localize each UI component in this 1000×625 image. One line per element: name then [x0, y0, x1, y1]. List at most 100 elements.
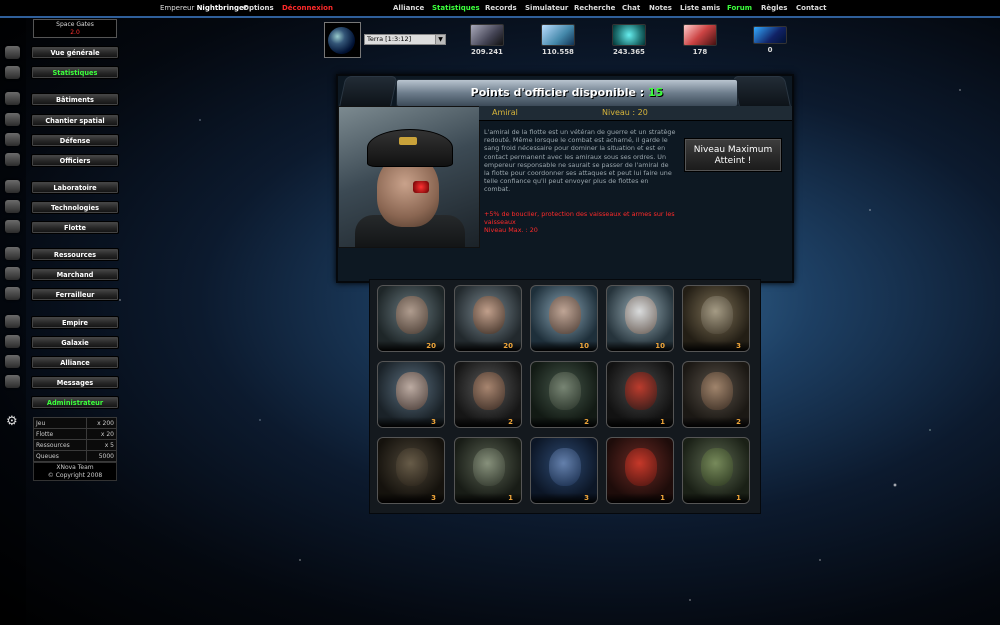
menu-marchand[interactable]: Marchand — [31, 268, 119, 281]
resource-energy: 178 — [678, 24, 722, 56]
officers-icon[interactable] — [5, 153, 20, 166]
officer-bonus: +5% de bouclier, protection des vaisseau… — [484, 210, 675, 235]
nav-regles[interactable]: Règles — [761, 4, 787, 12]
overview-icon[interactable] — [5, 46, 20, 59]
resources-icon[interactable] — [5, 247, 20, 260]
planet-select[interactable]: Terra [1:3:12] ▼ — [364, 34, 446, 45]
menu-officiers[interactable]: Officiers — [31, 154, 119, 167]
server-speed-table: Jeu x 200 Flotte x 20 Ressources x 5 Queues… — [32, 417, 117, 462]
planet-thumbnail[interactable] — [324, 22, 361, 58]
table-row: Jeu x 200 — [32, 417, 117, 429]
menu-technologies[interactable]: Technologies — [31, 201, 119, 214]
officer-tile[interactable]: 3 — [682, 285, 750, 352]
galaxy-icon[interactable] — [5, 335, 20, 348]
nav-records[interactable]: Records — [485, 4, 517, 12]
max-level-button[interactable]: Niveau Maximum Atteint ! — [684, 138, 782, 172]
officers-grid: 20 20 10 10 3 3 2 2 1 2 3 1 3 1 1 — [369, 279, 761, 514]
darkmatter-icon — [753, 26, 787, 44]
menu-alliance[interactable]: Alliance — [31, 356, 119, 369]
menu-ferrailleur[interactable]: Ferrailleur — [31, 288, 119, 301]
officer-detail-panel: Points d'officier disponible : 15 Amiral… — [336, 74, 794, 283]
deuterium-icon — [612, 24, 646, 46]
resource-deuterium: 243.365 — [607, 24, 651, 56]
nav-recherche[interactable]: Recherche — [574, 4, 615, 12]
cap-badge-icon — [399, 137, 417, 145]
defense-icon[interactable] — [5, 133, 20, 146]
merchant-icon[interactable] — [5, 267, 20, 280]
left-icon-strip: ⚙ — [0, 18, 26, 625]
nav-alliance[interactable]: Alliance — [393, 4, 424, 12]
officer-name: Amiral — [492, 108, 518, 117]
metal-icon — [470, 24, 504, 46]
logout-link[interactable]: Déconnexion — [282, 4, 333, 12]
officer-tile[interactable]: 3 — [377, 437, 445, 504]
officer-level: Niveau : 20 — [602, 108, 648, 117]
crystal-icon — [541, 24, 575, 46]
officer-tile[interactable]: 3 — [530, 437, 598, 504]
menu-flotte[interactable]: Flotte — [31, 221, 119, 234]
officer-tile[interactable]: 2 — [530, 361, 598, 428]
table-row: Flotte x 20 — [32, 428, 117, 440]
nav-liste-amis[interactable]: Liste amis — [680, 4, 720, 12]
planet-icon — [328, 27, 355, 54]
menu-chantier-spatial[interactable]: Chantier spatial — [31, 114, 119, 127]
header-cap-right — [732, 76, 792, 110]
officer-tile[interactable]: 2 — [682, 361, 750, 428]
buildings-icon[interactable] — [5, 92, 20, 105]
officer-tile[interactable]: 1 — [454, 437, 522, 504]
messages-icon[interactable] — [5, 375, 20, 388]
officer-portrait — [338, 106, 480, 248]
tech-icon[interactable] — [5, 200, 20, 213]
resource-metal: 209.241 — [465, 24, 509, 56]
officer-points-value: 15 — [648, 86, 664, 99]
stats-icon[interactable] — [5, 66, 20, 79]
officer-tile[interactable]: 3 — [377, 361, 445, 428]
resource-crystal: 110.558 — [536, 24, 580, 56]
game-logo: Space Gates 2.0 — [33, 19, 117, 38]
top-navigation-bar: Empereur Nightbringer Options Déconnexio… — [0, 0, 1000, 16]
header-cap-left — [338, 76, 398, 110]
menu-messages[interactable]: Messages — [31, 376, 119, 389]
officer-description: L'amiral de la flotte est un vétéran de … — [484, 128, 676, 194]
fleet-icon[interactable] — [5, 220, 20, 233]
officer-info-header: Amiral Niveau : 20 — [479, 106, 792, 121]
officer-tile[interactable]: 1 — [682, 437, 750, 504]
nav-statistiques[interactable]: Statistiques — [432, 4, 480, 12]
cyber-eye-icon — [413, 181, 429, 193]
resource-darkmatter: 0 — [748, 24, 792, 54]
menu-vue-generale[interactable]: Vue générale — [31, 46, 119, 59]
menu-laboratoire[interactable]: Laboratoire — [31, 181, 119, 194]
nav-simulateur[interactable]: Simulateur — [525, 4, 568, 12]
alliance-icon[interactable] — [5, 355, 20, 368]
scrap-icon[interactable] — [5, 287, 20, 300]
officer-tile[interactable]: 2 — [454, 361, 522, 428]
menu-ressources[interactable]: Ressources — [31, 248, 119, 261]
officer-tile[interactable]: 20 — [377, 285, 445, 352]
options-link[interactable]: Options — [243, 4, 274, 12]
energy-icon — [683, 24, 717, 46]
copyright-footer: XNova Team © Copyright 2008 — [33, 462, 117, 481]
nav-forum[interactable]: Forum — [727, 4, 752, 12]
officer-tile[interactable]: 1 — [606, 361, 674, 428]
menu-batiments[interactable]: Bâtiments — [31, 93, 119, 106]
menu-galaxie[interactable]: Galaxie — [31, 336, 119, 349]
lab-icon[interactable] — [5, 180, 20, 193]
menu-defense[interactable]: Défense — [31, 134, 119, 147]
officer-tile[interactable]: 10 — [606, 285, 674, 352]
gear-icon[interactable]: ⚙ — [6, 415, 18, 428]
menu-administrateur[interactable]: Administrateur — [31, 396, 119, 409]
officer-tile[interactable]: 20 — [454, 285, 522, 352]
officer-points-header: Points d'officier disponible : 15 — [396, 79, 738, 107]
user-label: Empereur Nightbringer — [160, 4, 248, 12]
officer-tile[interactable]: 10 — [530, 285, 598, 352]
nav-contact[interactable]: Contact — [796, 4, 827, 12]
menu-empire[interactable]: Empire — [31, 316, 119, 329]
officer-tile[interactable]: 1 — [606, 437, 674, 504]
nav-chat[interactable]: Chat — [622, 4, 640, 12]
chevron-down-icon[interactable]: ▼ — [435, 35, 445, 44]
nav-notes[interactable]: Notes — [649, 4, 672, 12]
top-accent-bar — [0, 16, 1000, 18]
shipyard-icon[interactable] — [5, 113, 20, 126]
empire-icon[interactable] — [5, 315, 20, 328]
menu-statistiques[interactable]: Statistiques — [31, 66, 119, 79]
